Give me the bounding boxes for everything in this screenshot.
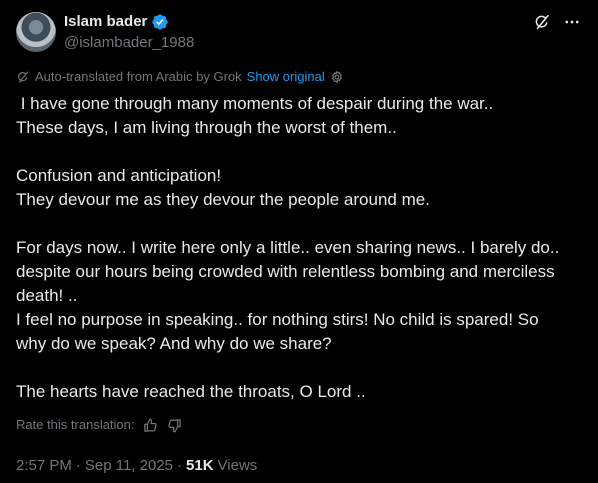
avatar[interactable]: [16, 12, 56, 52]
tweet-text: I have gone through many moments of desp…: [16, 92, 582, 404]
rate-translation-row: Rate this translation:: [16, 416, 183, 434]
tweet-line: For days now.. I write here only a littl…: [16, 238, 560, 257]
tweet-meta: 2:57 PM · Sep 11, 2025 · 51K Views: [16, 456, 257, 476]
thumbs-up-icon[interactable]: [143, 417, 159, 433]
verified-badge-icon[interactable]: [151, 13, 169, 31]
author-display-name[interactable]: Islam bader: [64, 12, 147, 32]
author-handle[interactable]: @islambader_1988: [64, 33, 194, 53]
tweet-time[interactable]: 2:57 PM: [16, 456, 72, 476]
tweet-line: despite our hours being crowded with rel…: [16, 262, 555, 281]
tweet-line: I feel no purpose in speaking.. for noth…: [16, 310, 539, 329]
meta-separator: ·: [75, 457, 81, 474]
settings-icon[interactable]: [330, 70, 344, 84]
rate-translation-label: Rate this translation:: [16, 417, 135, 432]
tweet-line: death! ..: [16, 286, 78, 305]
tweet-date[interactable]: Sep 11, 2025: [85, 456, 173, 476]
translation-bar: Auto-translated from Arabic by Grok Show…: [16, 68, 344, 86]
show-original-link[interactable]: Show original: [247, 68, 325, 86]
tweet-line: These days, I am living through the wors…: [16, 118, 397, 137]
more-icon[interactable]: [562, 12, 582, 32]
top-actions: [532, 12, 582, 32]
grok-icon[interactable]: [532, 12, 552, 32]
views-count: 51K: [186, 457, 214, 474]
meta-separator: ·: [177, 457, 183, 474]
thumbs-down-icon[interactable]: [167, 417, 183, 433]
grok-translate-icon: [16, 70, 30, 84]
tweet-line: The hearts have reached the throats, O L…: [16, 382, 366, 401]
translation-notice: Auto-translated from Arabic by Grok: [35, 69, 242, 84]
views-label: Views: [217, 457, 258, 474]
tweet-line: why do we speak? And why do we share?: [16, 334, 332, 353]
author-name-row: Islam bader: [64, 12, 169, 32]
tweet-line: I have gone through many moments of desp…: [16, 94, 494, 113]
tweet-line: They devour me as they devour the people…: [16, 190, 430, 209]
tweet-line: Confusion and anticipation!: [16, 166, 222, 185]
